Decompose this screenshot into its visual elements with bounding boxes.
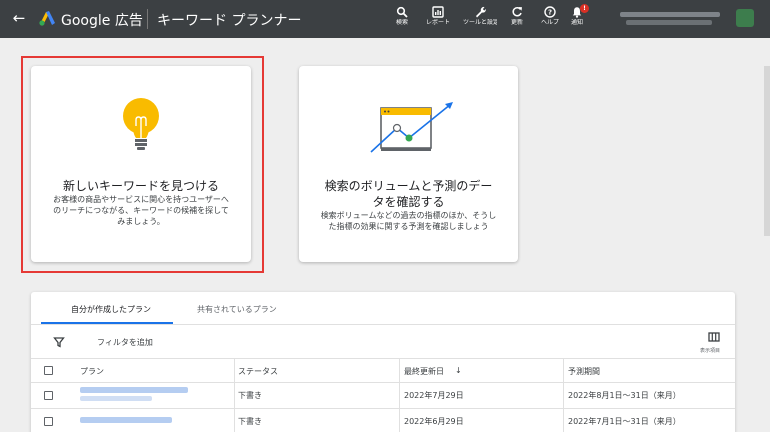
tab-shared-plans[interactable]: 共有されているプラン	[197, 304, 277, 315]
forecast-card-title-line2: タを確認する	[372, 195, 445, 209]
column-divider	[399, 359, 400, 432]
notification-badge: !	[580, 4, 589, 13]
tab-my-plans[interactable]: 自分が作成したプラン	[71, 304, 151, 315]
back-arrow-icon[interactable]: ←	[10, 9, 28, 27]
column-header-plan[interactable]: プラン	[80, 366, 104, 377]
forecast-card-desc-line1: 検索ボリュームなどの過去の指標のほか、そうし	[320, 211, 497, 220]
notifications-label: 通知	[570, 19, 583, 26]
columns-label[interactable]: 表示項目	[700, 347, 720, 354]
tools-settings-button[interactable]: ツールと設定	[463, 6, 497, 36]
column-header-period[interactable]: 予測期間	[568, 366, 600, 377]
columns-icon[interactable]	[708, 332, 720, 342]
column-header-status[interactable]: ステータス	[238, 366, 278, 377]
lightbulb-icon	[123, 98, 159, 150]
account-info[interactable]	[620, 10, 728, 28]
report-label: レポート	[425, 19, 450, 26]
discover-keywords-card[interactable]: 新しいキーワードを見つける お客様の商品やサービスに関心を持つユーザーへ のリー…	[31, 66, 251, 262]
forecast-card[interactable]: 検索のボリュームと予測のデー タを確認する 検索ボリュームなどの過去の指標のほか…	[299, 66, 518, 262]
tabs-divider	[31, 324, 735, 325]
plan-name-redacted	[80, 396, 152, 401]
select-all-checkbox[interactable]	[44, 366, 53, 375]
discover-card-desc-line2: のリーチにつながる、キーワードの候補を探して	[53, 206, 229, 215]
plans-panel: 自分が作成したプラン 共有されているプラン フィルタを追加 表示項目 プラン ス…	[31, 292, 735, 432]
trend-chart-icon	[370, 102, 453, 153]
discover-card-desc-line1: お客様の商品やサービスに関心を持つユーザーへ	[53, 195, 229, 204]
row-status: 下書き	[238, 391, 262, 400]
forecast-card-desc-line2: た指標の効果に関する予測を確認しましょう	[328, 222, 489, 231]
row-period: 2022年8月1日～31日（来月）	[568, 391, 681, 400]
column-header-updated[interactable]: 最終更新日	[404, 366, 444, 377]
row-updated: 2022年6月29日	[404, 417, 464, 426]
account-name-redacted	[620, 12, 720, 17]
plan-name-redacted[interactable]	[80, 417, 172, 423]
add-filter-button[interactable]: フィルタを追加	[97, 337, 153, 348]
filter-icon[interactable]	[53, 336, 65, 348]
column-divider	[234, 359, 235, 432]
discover-card-desc-line3: みましょう。	[117, 217, 165, 226]
refresh-icon	[512, 7, 522, 17]
table-header: プラン ステータス 最終更新日 ↓ 予測期間	[31, 359, 735, 382]
report-button[interactable]: レポート	[421, 6, 455, 36]
google-ads-logo	[39, 11, 55, 26]
search-icon	[396, 6, 408, 18]
header-bottom-border	[31, 382, 735, 383]
row-status: 下書き	[238, 417, 262, 426]
notifications-button[interactable]: ! 通知	[560, 4, 594, 36]
svg-text:?: ?	[548, 9, 552, 17]
row-period: 2022年7月1日～31日（来月）	[568, 417, 681, 426]
page-title: キーワード プランナー	[157, 13, 302, 29]
report-icon	[432, 6, 444, 18]
discover-card-title: 新しいキーワードを見つける	[62, 179, 219, 193]
column-divider	[563, 359, 564, 432]
forecast-card-title-line1: 検索のボリュームと予測のデー	[324, 179, 493, 193]
refresh-button[interactable]: 更新	[500, 6, 534, 36]
row-updated: 2022年7月29日	[404, 391, 464, 400]
tools-settings-label: ツールと設定	[463, 19, 497, 26]
row-checkbox[interactable]	[44, 391, 53, 400]
row-checkbox[interactable]	[44, 417, 53, 426]
plan-name-redacted[interactable]	[80, 387, 188, 393]
search-button[interactable]: 検索	[385, 6, 419, 36]
sort-arrow-down-icon[interactable]: ↓	[455, 366, 462, 375]
header-divider	[147, 9, 148, 29]
wrench-icon	[476, 6, 486, 18]
account-id-redacted	[626, 20, 712, 25]
brand-name: Google 広告	[61, 13, 143, 29]
help-icon: ?	[544, 6, 556, 18]
avatar[interactable]	[736, 9, 754, 27]
search-label: 検索	[395, 19, 408, 26]
refresh-label: 更新	[510, 19, 523, 26]
top-app-bar: ← Google 広告 キーワード プランナー 検索 レポート ツールと設定 更…	[0, 0, 770, 38]
scrollbar[interactable]	[764, 66, 770, 236]
row-divider	[31, 408, 735, 409]
